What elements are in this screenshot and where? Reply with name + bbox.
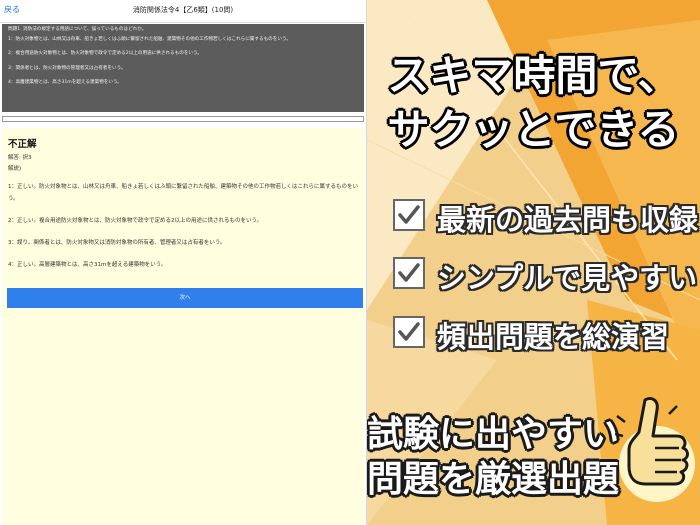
checkmark-icon [393,199,425,231]
correct-answer: 解答: 択3 [8,155,32,161]
headline-line-1: スキマ時間で、 [387,51,680,100]
question-option-4: 4：高層建築物とは、高さ31mを超える建築物をいう。 [8,80,122,86]
explanation-3: 3：誤り。関係者とは、防火対象物又は消防対象物の所有者、管理者又は占有者をいう。 [8,240,226,246]
question-option-2: 2：複合用途防火対象物とは、防火対象物で政令で定める2以上の用途に供されるものを… [8,51,202,57]
question-panel: 問題1. 消防法の規定する用語について、誤っているものはどれか。 1：防火対象物… [2,24,364,112]
app-screenshot: 戻る 消防関係法令4【乙6類】(10問) 問題1. 消防法の規定する用語について… [0,0,700,525]
result-label: 不正解 [8,139,37,150]
feature-text: 頻出問題を総演習 [437,320,670,354]
explanation-4: 4：正しい。高層建築物とは、高さ31mを超える建築物をいう。 [8,262,167,268]
next-button[interactable]: 次へ [7,288,363,308]
question-option-3: 3：関係者とは、防火対象物の管理者又は占有者をいう。 [8,65,126,71]
question-option-1: 1：防火対象物とは、山林又は舟車、船きょ若しくはふ頭に繋留された船舶、建築物その… [8,36,291,42]
explanation-2: 2：正しい。複合用途防火対象物とは、防火対象物で政令で定める2以上の用途に供され… [8,218,263,224]
divider-bar [2,116,364,122]
headline-line-2: サクッとできる [387,105,680,154]
question-text: 問題1. 消防法の規定する用語について、誤っているものはどれか。 [8,27,147,32]
quiz-screen: 戻る 消防関係法令4【乙6類】(10問) 問題1. 消防法の規定する用語について… [0,0,367,525]
feature-text: シンプルで見やすい [437,261,698,295]
slogan-line-2: 問題を厳選出題 [367,459,620,500]
thumbs-up-hand-icon [615,396,695,502]
feature-text: 最新の過去問も収録 [437,203,699,237]
answer-panel: 不正解 解答: 択3 解説) 1：正しい。防火対象物とは、山林又は舟車、船きょ若… [2,128,364,525]
promo-banner: スキマ時間で、 サクッとできる 最新の過去問も収録 シンプルで見やすい 頻出問題… [367,0,700,525]
explanation-1: 1：正しい。防火対象物とは、山林又は舟車、船きょ若しくはふ頭に繋留された船舶、建… [8,184,359,202]
navigation-bar: 戻る 消防関係法令4【乙6類】(10問) [0,0,366,23]
screen-title: 消防関係法令4【乙6類】(10問) [132,6,234,14]
explanation-label: 解説) [8,166,22,172]
checkmark-icon [393,257,425,289]
checkmark-icon [393,316,425,348]
